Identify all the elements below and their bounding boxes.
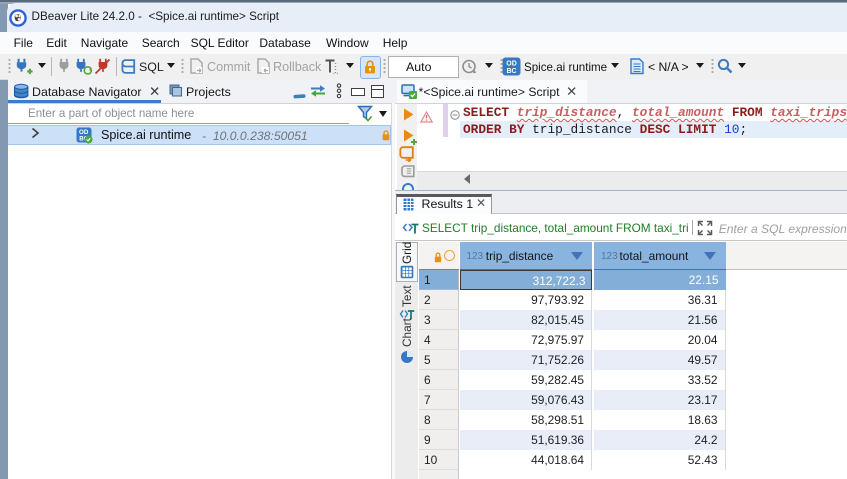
- svg-text:OD: OD: [506, 60, 517, 67]
- svg-text:BC: BC: [506, 68, 516, 75]
